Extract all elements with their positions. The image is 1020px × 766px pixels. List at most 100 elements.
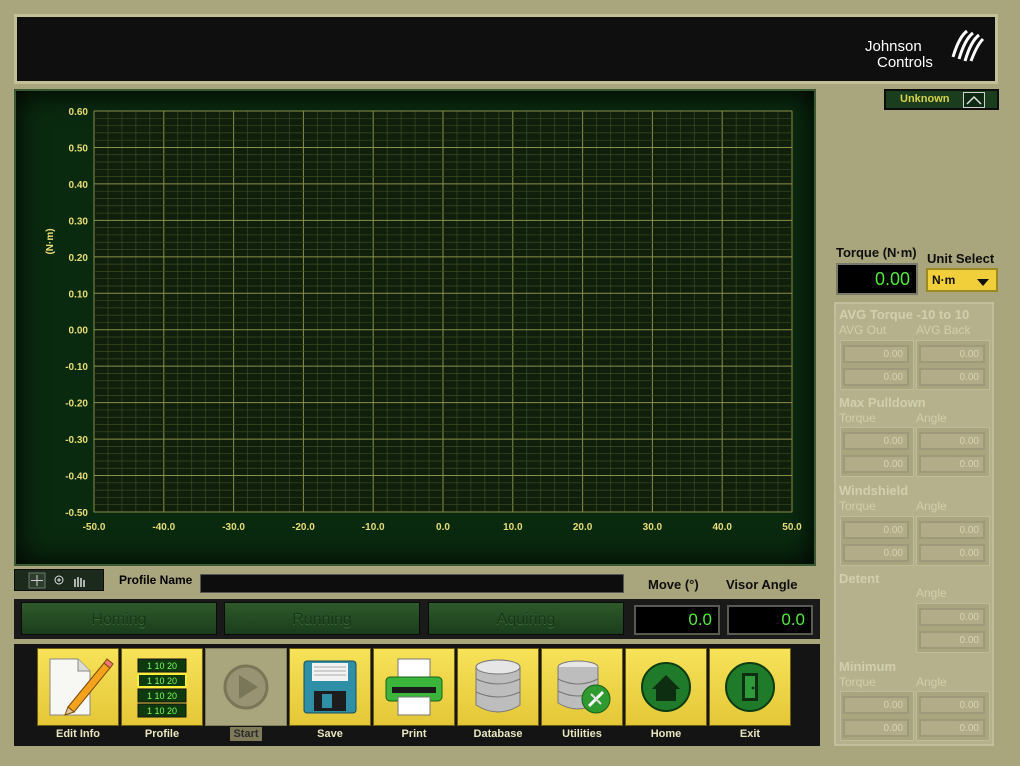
section-title: Minimum: [839, 659, 897, 674]
detent-angle-field: 0.00: [919, 631, 985, 649]
status-up-button[interactable]: [963, 92, 985, 108]
start-button[interactable]: [205, 648, 287, 726]
edit-info-label: Edit Info: [56, 728, 100, 740]
visor-angle-label: Visor Angle: [726, 577, 798, 592]
profile-grid-icon: 1 10 20 1 10 20 1 10 20 1 10 20: [137, 658, 187, 718]
avg-back-field: 0.00: [919, 368, 985, 386]
x-tick-label: -10.0: [362, 522, 385, 533]
save-label: Save: [317, 728, 343, 740]
x-tick-label: -40.0: [152, 522, 175, 533]
unit-select-label: Unit Select: [927, 251, 995, 266]
pulldown-angle-field: 0.00: [919, 455, 985, 473]
avg-out-field: 0.00: [843, 345, 909, 363]
plot-canvas[interactable]: -50.0 -40.0 -30.0 -20.0 -10.0 0.0 10.0 20.0 30.0…: [16, 91, 814, 564]
minimum-angle-field: 0.00: [919, 719, 985, 737]
johnson-controls-logo: Johnson Controls: [865, 25, 985, 79]
unit-select-dropdown[interactable]: N·m: [926, 268, 998, 292]
visor-angle-value-display: 0.0: [727, 605, 813, 635]
section-col2-label: Angle: [916, 499, 947, 513]
status-text: Unknown: [900, 93, 950, 105]
pulldown-torque-field: 0.00: [843, 432, 909, 450]
avg-out-field: 0.00: [843, 368, 909, 386]
aquiring-indicator: Aquiring: [428, 602, 624, 635]
section-col1-label: Torque: [839, 499, 876, 513]
windshield-angle-field: 0.00: [919, 544, 985, 562]
section-title: Max Pulldown: [839, 395, 926, 410]
profile-name-input[interactable]: [200, 574, 624, 593]
x-tick-label: 50.0: [782, 522, 802, 533]
utilities-button[interactable]: [541, 648, 623, 726]
x-tick-label: 40.0: [712, 522, 732, 533]
x-tick-label: 10.0: [503, 522, 523, 533]
header-bar: Johnson Controls: [14, 14, 998, 84]
y-tick-label: -0.20: [65, 399, 88, 410]
y-tick-label: 0.40: [69, 180, 89, 191]
save-button[interactable]: [289, 648, 371, 726]
move-label: Move (°): [648, 577, 699, 592]
home-icon: [641, 662, 691, 712]
start-label: Start: [205, 727, 287, 741]
y-tick-label: -0.40: [65, 472, 88, 483]
floppy-disk-icon: [303, 660, 357, 714]
logo-line-2: Controls: [877, 54, 933, 71]
pan-hand-tool-icon[interactable]: [74, 577, 85, 587]
y-tick-label: -0.50: [65, 508, 88, 519]
logo-swirl-icon: [951, 29, 985, 62]
logo-line-1: Johnson: [865, 38, 922, 55]
database-button[interactable]: [457, 648, 539, 726]
y-tick-label: -0.10: [65, 362, 88, 373]
section-col2-label: AVG Back: [916, 323, 971, 337]
running-indicator: Running: [224, 602, 420, 635]
zoom-tool-icon[interactable]: [54, 575, 64, 585]
minimum-torque-field: 0.00: [843, 696, 909, 714]
profile-name-label: Profile Name: [119, 573, 193, 587]
database-label: Database: [473, 728, 523, 740]
exit-label: Exit: [739, 728, 761, 740]
unit-select-value: N·m: [932, 273, 956, 287]
homing-indicator: Homing: [21, 602, 217, 635]
profile-label: Profile: [144, 728, 180, 740]
database-icon: [475, 659, 521, 713]
crosshair-tool-icon[interactable]: [28, 572, 46, 589]
y-tick-label: 0.30: [69, 216, 89, 227]
section-title: Windshield: [839, 483, 909, 498]
database-tools-icon: [557, 660, 611, 714]
profile-grid-row: 1 10 20: [147, 676, 177, 686]
x-tick-label: 0.0: [436, 522, 450, 533]
edit-info-button[interactable]: [37, 648, 119, 726]
exit-door-icon: [725, 662, 775, 712]
y-tick-label: 0.50: [69, 143, 89, 154]
minimum-angle-field: 0.00: [919, 696, 985, 714]
dropdown-arrow-icon: [977, 279, 989, 286]
section-col2-label: Angle: [916, 586, 947, 600]
y-tick-label: 0.00: [69, 326, 89, 337]
x-tick-label: -20.0: [292, 522, 315, 533]
x-tick-label: 30.0: [643, 522, 663, 533]
profile-button[interactable]: 1 10 20 1 10 20 1 10 20 1 10 20: [121, 648, 203, 726]
play-icon: [223, 664, 269, 710]
main-toolbar: Edit Info 1 10 20 1 10 20 1 10 20 1 10 2…: [14, 644, 820, 746]
torque-plot[interactable]: -50.0 -40.0 -30.0 -20.0 -10.0 0.0 10.0 20.0 30.0…: [14, 89, 816, 566]
y-tick-label: 0.20: [69, 253, 89, 264]
x-tick-label: -30.0: [222, 522, 245, 533]
home-button[interactable]: [625, 648, 707, 726]
status-indicator: Unknown: [884, 89, 999, 110]
x-tick-label: 20.0: [573, 522, 593, 533]
chevron-up-icon: [966, 95, 982, 105]
print-label: Print: [401, 728, 427, 740]
avg-back-field: 0.00: [919, 345, 985, 363]
print-button[interactable]: [373, 648, 455, 726]
y-tick-label: -0.30: [65, 435, 88, 446]
pencil-paper-icon: [49, 658, 114, 716]
section-title: Detent: [839, 571, 880, 586]
windshield-torque-field: 0.00: [843, 521, 909, 539]
torque-label: Torque (N·m): [836, 245, 917, 260]
printer-icon: [385, 658, 443, 716]
section-col2-label: Angle: [916, 675, 947, 689]
section-title: AVG Torque -10 to 10: [839, 307, 970, 322]
x-tick-label: -50.0: [83, 522, 106, 533]
graph-tool-palette: [14, 569, 104, 591]
exit-button[interactable]: [709, 648, 791, 726]
pulldown-angle-field: 0.00: [919, 432, 985, 450]
pulldown-torque-field: 0.00: [843, 455, 909, 473]
